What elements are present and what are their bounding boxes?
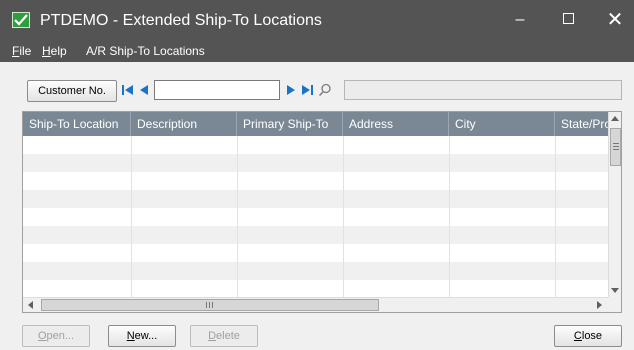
scroll-down-icon[interactable]	[611, 288, 619, 293]
column-divider	[237, 136, 238, 297]
column-primary-ship-to[interactable]: Primary Ship-To	[237, 112, 343, 136]
table-row[interactable]	[23, 136, 608, 154]
grip-icon	[206, 302, 207, 308]
table-row[interactable]	[23, 244, 608, 262]
column-divider	[555, 136, 556, 297]
ship-to-grid[interactable]: Ship-To Location Description Primary Shi…	[22, 111, 622, 313]
table-row[interactable]	[23, 208, 608, 226]
column-address[interactable]: Address	[343, 112, 449, 136]
menu-help[interactable]: Help	[42, 44, 67, 58]
previous-record-icon[interactable]	[137, 83, 151, 97]
table-row[interactable]	[23, 190, 608, 208]
menu-bar: File Help A/R Ship-To Locations	[0, 42, 634, 62]
scroll-up-icon[interactable]	[611, 116, 619, 121]
first-record-icon[interactable]	[121, 83, 135, 97]
next-record-icon[interactable]	[284, 83, 298, 97]
new-button[interactable]: New...	[108, 325, 176, 347]
column-divider	[449, 136, 450, 297]
customer-no-button[interactable]: Customer No.	[27, 80, 117, 102]
app-window-icon	[12, 12, 30, 28]
minimize-button[interactable]: –	[497, 0, 543, 42]
vertical-scroll-thumb[interactable]	[610, 128, 621, 166]
grip-icon	[613, 143, 619, 144]
close-button[interactable]: Close	[554, 325, 622, 347]
delete-button[interactable]: Delete	[190, 325, 258, 347]
menu-file[interactable]: File	[12, 44, 31, 58]
column-city[interactable]: City	[449, 112, 555, 136]
maximize-icon	[562, 12, 574, 24]
table-row[interactable]	[23, 280, 608, 298]
scroll-right-icon[interactable]	[597, 301, 602, 309]
search-icon[interactable]	[318, 83, 332, 97]
vertical-scrollbar[interactable]	[608, 112, 621, 297]
column-divider	[343, 136, 344, 297]
column-description[interactable]: Description	[131, 112, 237, 136]
column-ship-to-location[interactable]: Ship-To Location	[23, 112, 131, 136]
column-state-province[interactable]: State/Pro	[555, 112, 608, 136]
horizontal-scroll-thumb[interactable]	[41, 299, 379, 311]
table-row[interactable]	[23, 154, 608, 172]
open-button[interactable]: Open...	[22, 325, 90, 347]
table-row[interactable]	[23, 226, 608, 244]
grid-body	[23, 136, 608, 298]
table-row[interactable]	[23, 172, 608, 190]
menu-ar-ship-to-locations[interactable]: A/R Ship-To Locations	[86, 44, 205, 58]
horizontal-scrollbar[interactable]	[23, 297, 608, 312]
window-title: PTDEMO - Extended Ship-To Locations	[40, 12, 322, 29]
grid-header: Ship-To Location Description Primary Shi…	[23, 112, 608, 136]
customer-no-input[interactable]	[154, 80, 280, 100]
close-window-button[interactable]: ✕	[592, 0, 634, 42]
maximize-button[interactable]	[545, 0, 591, 42]
last-record-icon[interactable]	[300, 83, 314, 97]
column-divider	[131, 136, 132, 297]
title-bar[interactable]: PTDEMO - Extended Ship-To Locations – ✕	[0, 0, 634, 42]
scroll-left-icon[interactable]	[28, 301, 33, 309]
scrollbar-corner	[608, 297, 621, 312]
table-row[interactable]	[23, 262, 608, 280]
customer-name-display	[344, 80, 622, 100]
